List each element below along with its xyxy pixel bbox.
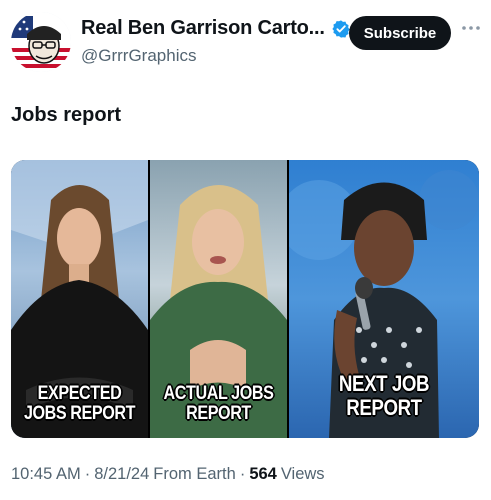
- post-media[interactable]: EXPECTED JOBS REPORT ACTUAL JOBS REPORT: [11, 160, 479, 438]
- meta-separator: ·: [239, 465, 246, 483]
- post-header: Real Ben Garrison Carto... @GrrrGraphics…: [0, 0, 491, 80]
- caption-expected: EXPECTED JOBS REPORT: [23, 383, 136, 424]
- post-text: Jobs report: [11, 104, 122, 126]
- cartoon-avatar-with-flag-icon: [11, 12, 71, 72]
- views-label: Views: [280, 465, 325, 483]
- media-panel-next: NEXT JOB REPORT: [289, 160, 479, 438]
- author-handle[interactable]: @GrrrGraphics: [81, 46, 197, 66]
- post-source: From Earth: [153, 465, 236, 483]
- author-display-name[interactable]: Real Ben Garrison Carto...: [81, 17, 325, 40]
- verified-badge-icon[interactable]: [331, 19, 351, 39]
- post-time[interactable]: 10:45 AM: [11, 465, 81, 484]
- post-meta: 10:45 AM · 8/21/24 From Earth · 564 View…: [11, 465, 325, 484]
- meta-separator: ·: [84, 465, 91, 483]
- media-panel-expected: EXPECTED JOBS REPORT: [11, 160, 148, 438]
- post-date[interactable]: 8/21/24: [94, 465, 149, 484]
- author-avatar[interactable]: [11, 12, 71, 72]
- media-panel-actual: ACTUAL JOBS REPORT: [150, 160, 287, 438]
- views-count[interactable]: 564: [249, 465, 277, 484]
- subscribe-button[interactable]: Subscribe: [349, 16, 451, 50]
- more-horizontal-icon[interactable]: [460, 17, 482, 39]
- caption-actual: ACTUAL JOBS REPORT: [163, 383, 274, 424]
- author-name-row: Real Ben Garrison Carto...: [81, 17, 351, 40]
- caption-next: NEXT JOB REPORT: [338, 371, 430, 420]
